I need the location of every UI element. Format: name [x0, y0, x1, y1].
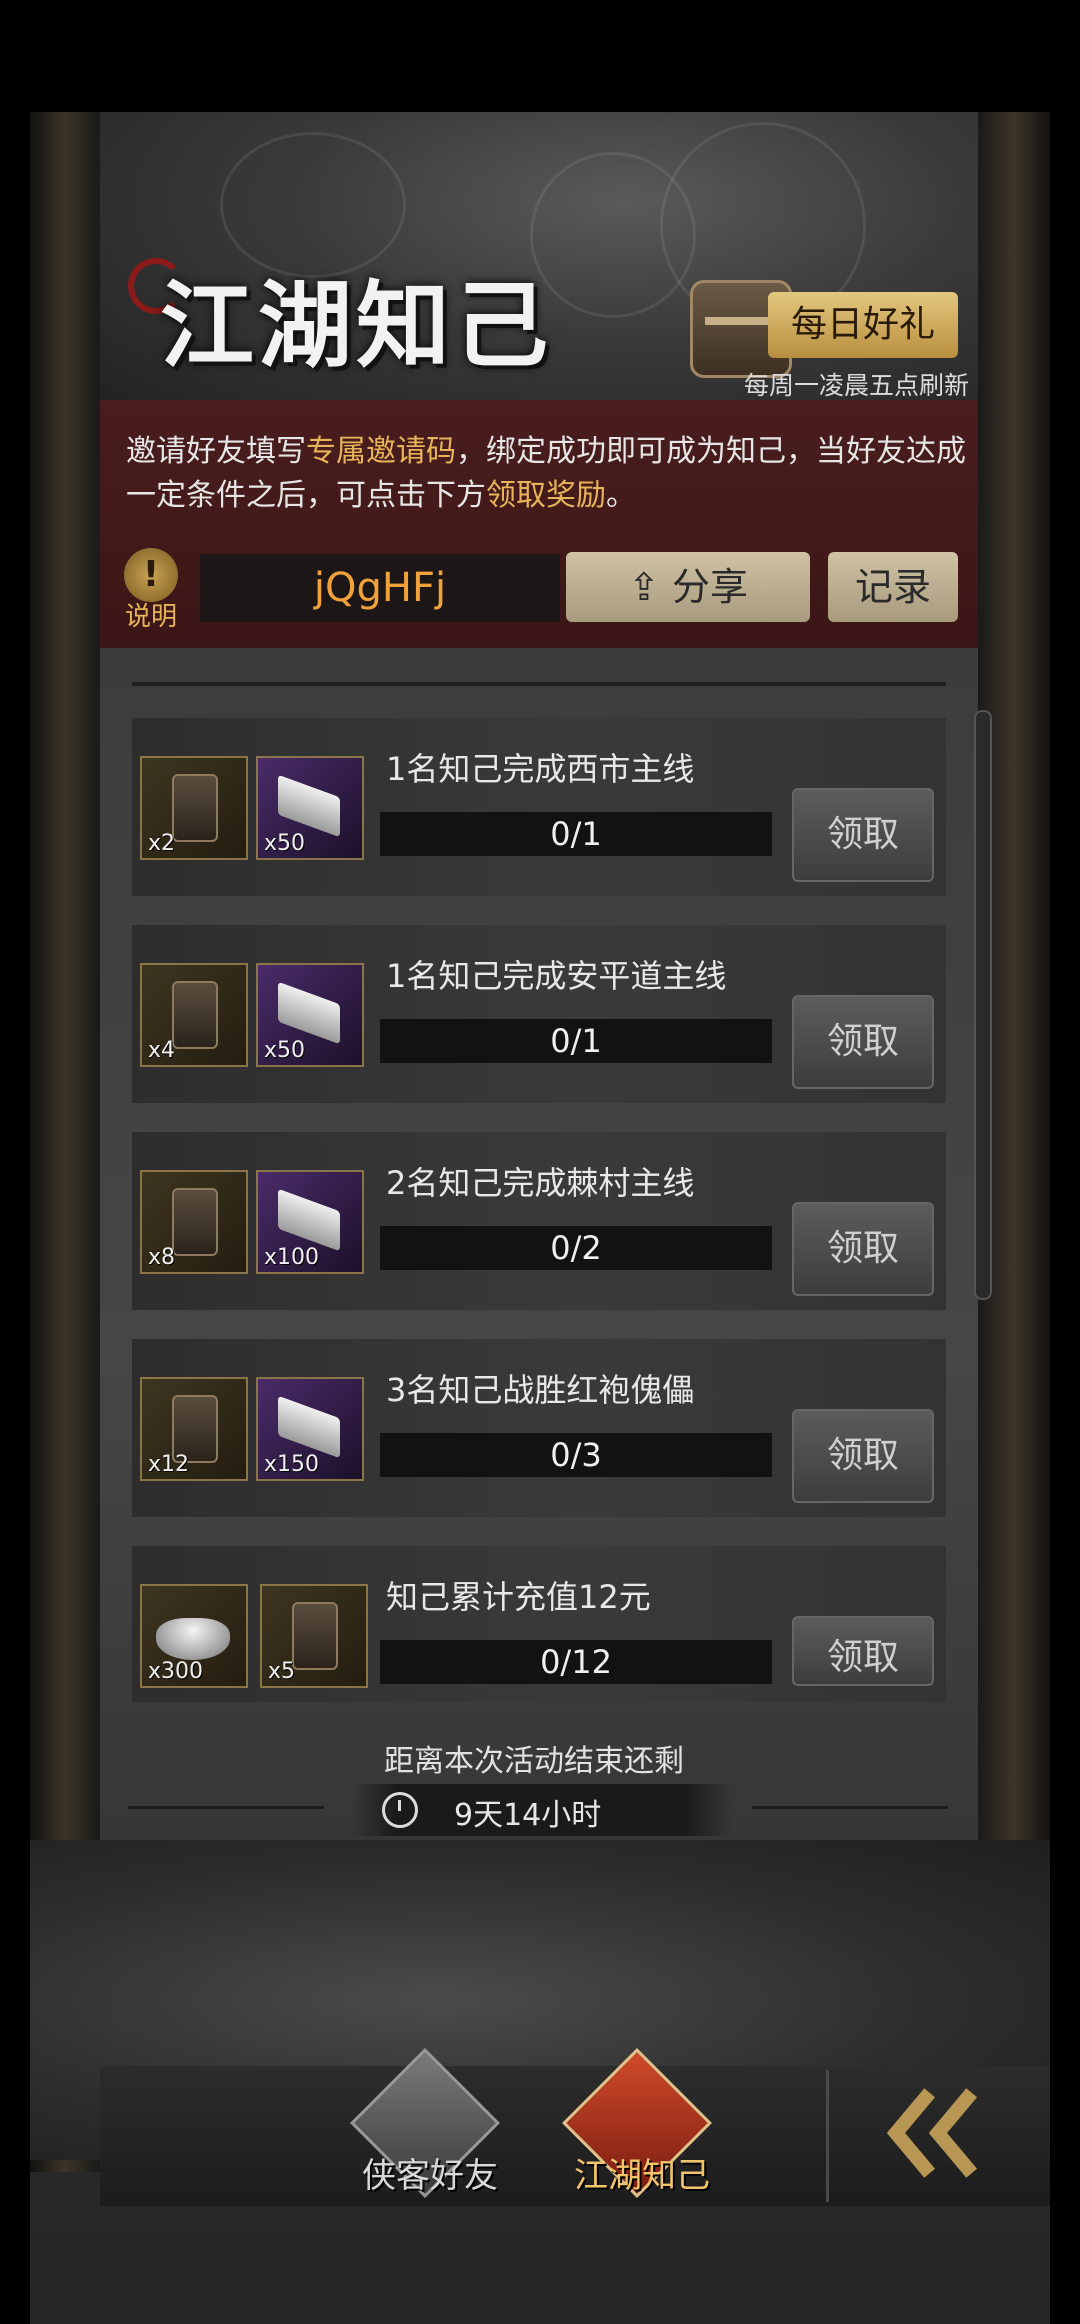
reward-slot[interactable]: x2	[140, 756, 248, 860]
invite-code: jQgHFj	[200, 554, 560, 622]
nav-zhiji-label: 江湖知己	[574, 2156, 710, 2196]
silver-ingot-icon	[278, 774, 340, 838]
nav-divider	[826, 2070, 829, 2202]
countdown-time: 9天14小时	[454, 1798, 602, 1833]
chevron-left-icon	[926, 2090, 988, 2174]
reward-slot[interactable]: x5	[260, 1584, 368, 1688]
page-title: 江湖知己	[160, 271, 553, 381]
share-icon: ⇪	[628, 565, 660, 609]
collapse-back-button[interactable]	[862, 2070, 1012, 2202]
daily-gift-label: 每日好礼	[768, 292, 958, 358]
task-progress: 0/1	[380, 1019, 772, 1063]
reward-quantity: x100	[264, 1245, 320, 1270]
daily-gift-button[interactable]: 每日好礼	[690, 280, 968, 378]
reward-quantity: x50	[264, 831, 306, 856]
reward-quantity: x5	[268, 1659, 296, 1684]
task-title: 1名知己完成西市主线	[386, 750, 695, 788]
countdown-label: 距离本次活动结束还剩	[384, 1744, 684, 1779]
task-title: 知己累计充值12元	[386, 1578, 651, 1616]
task-title: 2名知己完成棘村主线	[386, 1164, 695, 1202]
reward-quantity: x50	[264, 1038, 306, 1063]
scrollbar[interactable]	[974, 710, 992, 1300]
reward-quantity: x2	[148, 831, 176, 856]
help-button[interactable]: ! 说明	[118, 548, 184, 633]
help-label: 说明	[124, 602, 177, 632]
countdown-bar: 9天14小时	[352, 1784, 732, 1836]
claim-button[interactable]: 领取	[792, 788, 934, 882]
claim-button[interactable]: 领取	[792, 1202, 934, 1296]
nav-friends-tab[interactable]: 侠客好友	[350, 2048, 500, 2212]
claim-button[interactable]: 领取	[792, 995, 934, 1089]
token-icon	[172, 981, 218, 1049]
reward-slot[interactable]: x12	[140, 1377, 248, 1481]
share-label: 分享	[671, 565, 748, 609]
task-progress: 0/12	[380, 1640, 772, 1684]
reward-slot[interactable]: x50	[256, 756, 364, 860]
task-progress: 0/2	[380, 1226, 772, 1270]
silver-yuanbao-icon	[156, 1618, 230, 1660]
token-icon	[292, 1602, 338, 1670]
reward-slot[interactable]: x4	[140, 963, 248, 1067]
silver-ingot-icon	[278, 1188, 340, 1252]
reward-slot[interactable]: x8	[140, 1170, 248, 1274]
token-icon	[172, 774, 218, 842]
list-divider	[132, 682, 946, 686]
reward-slot[interactable]: x150	[256, 1377, 364, 1481]
nav-zhiji-tab[interactable]: 江湖知己	[562, 2048, 712, 2212]
reward-quantity: x8	[148, 1245, 176, 1270]
task-title: 1名知己完成安平道主线	[386, 957, 727, 995]
countdown-divider-right	[752, 1806, 948, 1809]
share-button[interactable]: ⇪ 分享	[566, 552, 810, 622]
claim-button[interactable]: 领取	[792, 1409, 934, 1503]
reward-quantity: x12	[148, 1452, 190, 1477]
task-progress: 0/1	[380, 812, 772, 856]
reward-quantity: x4	[148, 1038, 176, 1063]
reward-slot[interactable]: x300	[140, 1584, 248, 1688]
claim-button[interactable]: 领取	[792, 1616, 934, 1686]
invite-description: 邀请好友填写专属邀请码，绑定成功即可成为知己，当好友达成一定条件之后，可点击下方…	[126, 434, 966, 513]
clock-icon	[382, 1792, 418, 1828]
task-row: x4 x50 1名知己完成安平道主线 0/1 领取	[132, 925, 946, 1103]
token-icon	[172, 1188, 218, 1256]
silver-ingot-icon	[278, 1395, 340, 1459]
task-progress: 0/3	[380, 1433, 772, 1477]
countdown-divider-left	[128, 1806, 324, 1809]
reward-slot[interactable]: x50	[256, 963, 364, 1067]
task-row: x2 x50 1名知己完成西市主线 0/1 领取	[132, 718, 946, 896]
reward-quantity: x300	[148, 1659, 204, 1684]
task-row: x300 x5 知己累计充值12元 0/12 领取	[132, 1546, 946, 1702]
nav-friends-label: 侠客好友	[362, 2156, 498, 2196]
refresh-note: 每周一凌晨五点刷新	[744, 371, 970, 400]
reward-slot[interactable]: x100	[256, 1170, 364, 1274]
task-row: x8 x100 2名知己完成棘村主线 0/2 领取	[132, 1132, 946, 1310]
reward-quantity: x150	[264, 1452, 320, 1477]
exclamation-icon: !	[124, 548, 178, 602]
task-row: x12 x150 3名知己战胜红袍傀儡 0/3 领取	[132, 1339, 946, 1517]
record-button[interactable]: 记录	[828, 552, 958, 622]
silver-ingot-icon	[278, 981, 340, 1045]
task-title: 3名知己战胜红袍傀儡	[386, 1371, 695, 1409]
